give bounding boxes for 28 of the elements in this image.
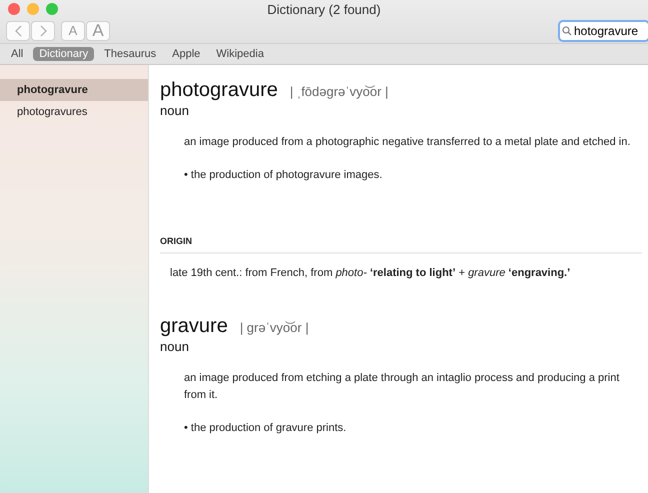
origin-text: late 19th cent.: from French, from photo- ‘relating to light’ + gravure ‘engraving.’ (170, 267, 572, 279)
back-button[interactable] (6, 20, 30, 40)
result-item[interactable]: photogravures (0, 101, 148, 123)
headword: photogravure (160, 79, 278, 102)
forward-button[interactable] (31, 20, 55, 40)
definition: an image produced from a photographic negative transferred to a metal plate and etched in. (184, 135, 632, 150)
search-field[interactable]: hotogravure (558, 20, 648, 42)
headword: gravure (160, 315, 228, 338)
forward-chevron-icon (40, 24, 46, 36)
source-tab[interactable]: Wikipedia (210, 47, 270, 61)
source-tab[interactable]: Apple (166, 47, 206, 61)
close-button[interactable] (8, 3, 20, 15)
part-of-speech: noun (160, 103, 190, 118)
source-tab[interactable]: Thesaurus (98, 47, 162, 61)
origin-heading: ORIGIN (160, 236, 642, 254)
back-chevron-icon (14, 24, 22, 36)
result-item[interactable]: photogravure (0, 79, 148, 101)
definition: • the production of photogravure images. (184, 168, 384, 183)
search-icon (562, 26, 572, 36)
definition: an image produced from etching a plate through an intaglio process and producing a print from it. (184, 371, 620, 403)
source-tab[interactable]: All (5, 47, 30, 61)
window-title: Dictionary (2 found) (267, 2, 381, 16)
pronunciation: | ˌfōdəgrəˈvyo͝or | (290, 84, 388, 99)
minimize-button[interactable] (27, 3, 39, 15)
pronunciation: | grəˈvyo͝or | (240, 320, 309, 335)
definition: • the production of gravure prints. (184, 421, 348, 436)
part-of-speech: noun (160, 339, 190, 354)
zoom-button[interactable] (46, 3, 58, 15)
